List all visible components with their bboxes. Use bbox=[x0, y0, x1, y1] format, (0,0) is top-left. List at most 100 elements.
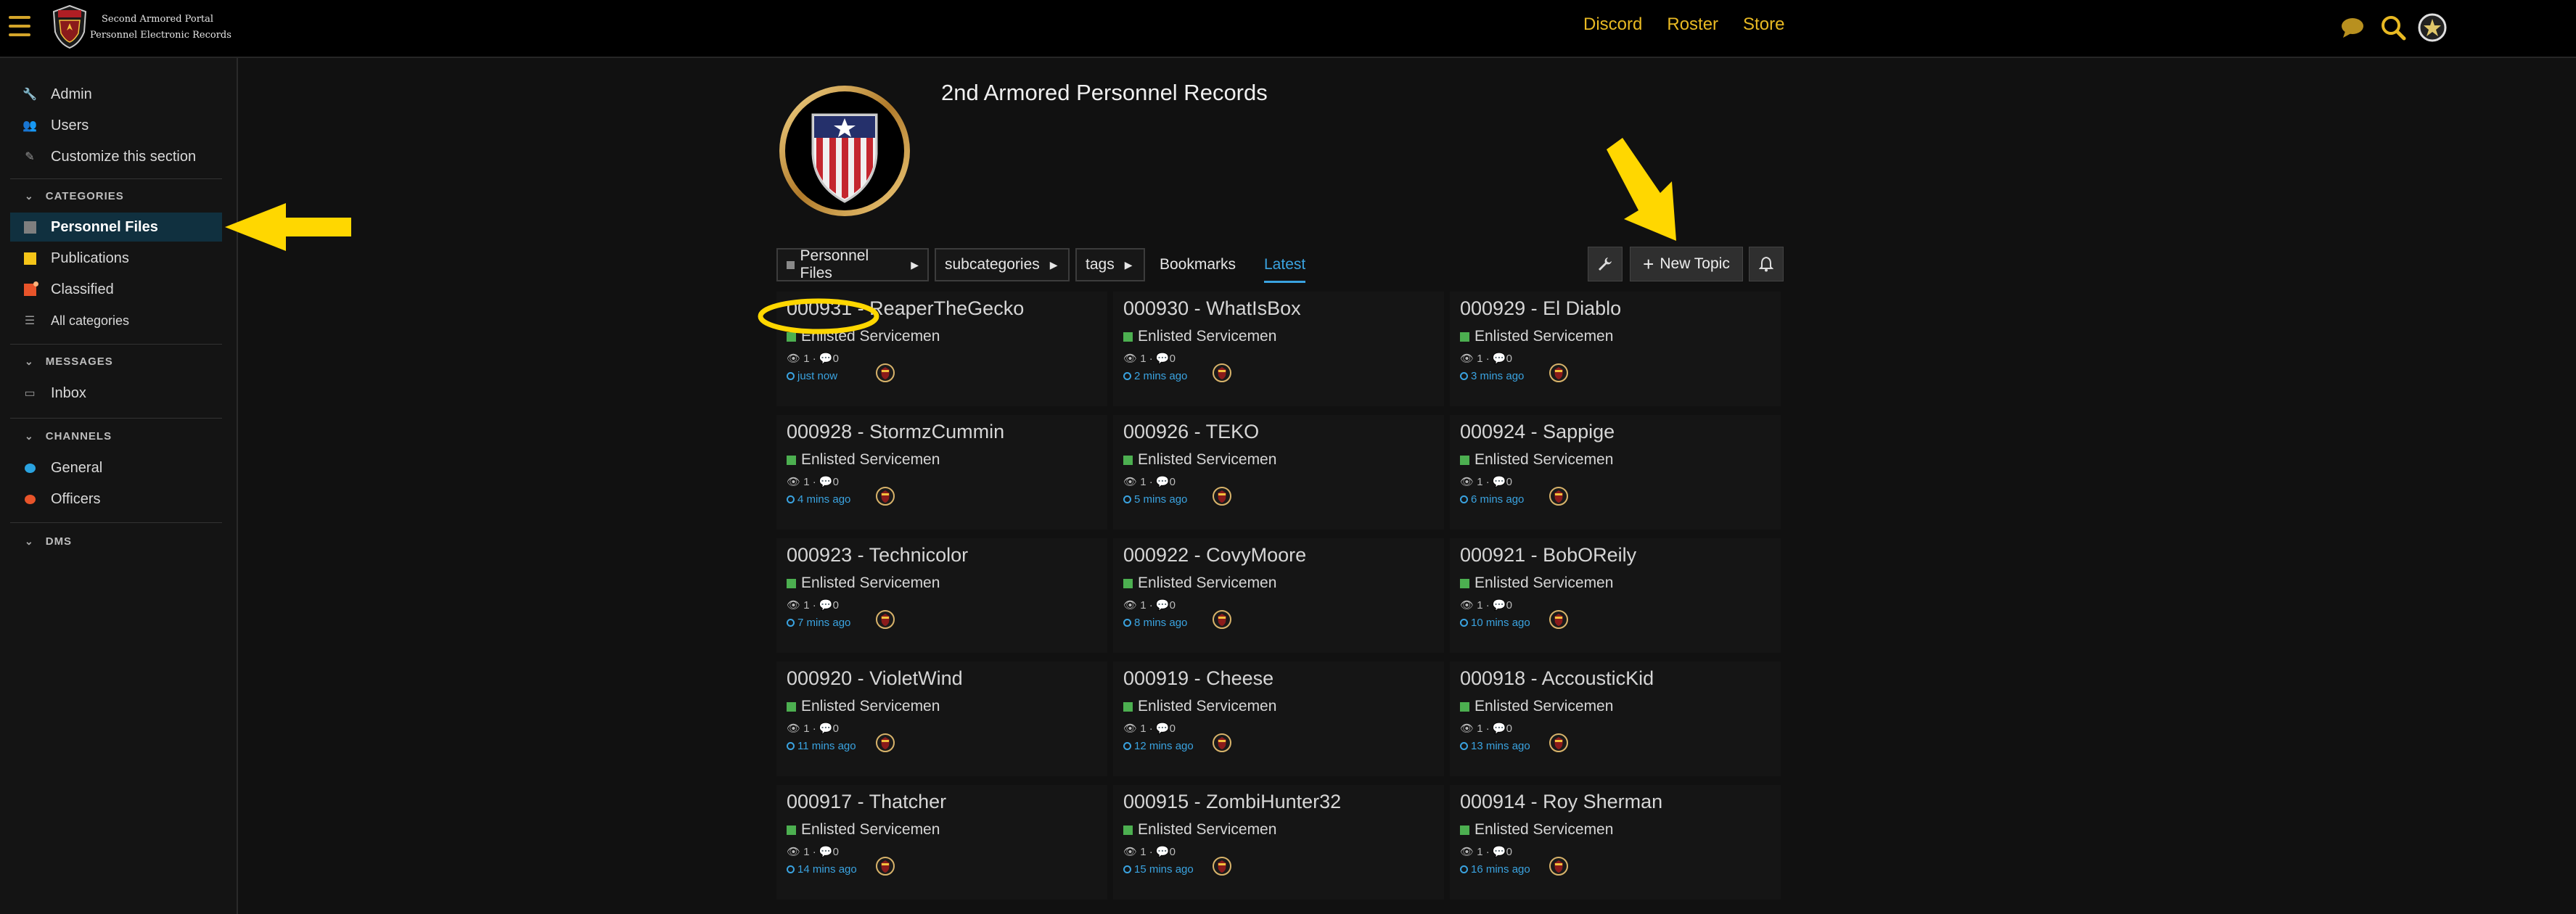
topic-category[interactable]: Enlisted Servicemen bbox=[1460, 328, 1613, 345]
poster-avatar[interactable] bbox=[1212, 609, 1232, 630]
topic-title[interactable]: 000924 - Sappige bbox=[1460, 421, 1615, 443]
topic-category[interactable]: Enlisted Servicemen bbox=[1123, 821, 1276, 839]
topic-card[interactable]: 000918 - AccousticKid Enlisted Servicemen… bbox=[1450, 662, 1781, 776]
topic-category[interactable]: Enlisted Servicemen bbox=[787, 821, 940, 839]
messages-heading[interactable]: ⌄ MESSAGES bbox=[25, 355, 113, 368]
topic-time[interactable]: 15 mins ago bbox=[1123, 863, 1194, 876]
topic-time[interactable]: 16 mins ago bbox=[1460, 863, 1530, 876]
topic-time[interactable]: 3 mins ago bbox=[1460, 370, 1524, 382]
user-avatar[interactable] bbox=[2418, 13, 2447, 42]
subcategories-dropdown[interactable]: subcategories ▶ bbox=[935, 248, 1070, 281]
topic-title[interactable]: 000918 - AccousticKid bbox=[1460, 667, 1654, 690]
topic-card[interactable]: 000921 - BobOReily Enlisted Servicemen 👁 1… bbox=[1450, 538, 1781, 653]
sidebar-item-admin[interactable]: 🔧 Admin bbox=[10, 80, 222, 109]
topic-title[interactable]: 000929 - El Diablo bbox=[1460, 297, 1621, 320]
poster-avatar[interactable] bbox=[875, 609, 895, 630]
topic-time[interactable]: 4 mins ago bbox=[787, 493, 850, 506]
topic-category[interactable]: Enlisted Servicemen bbox=[1460, 451, 1613, 469]
topic-time[interactable]: 6 mins ago bbox=[1460, 493, 1524, 506]
topic-category[interactable]: Enlisted Servicemen bbox=[1123, 451, 1276, 469]
topic-title[interactable]: 000917 - Thatcher bbox=[787, 791, 946, 813]
poster-avatar[interactable] bbox=[1549, 486, 1569, 506]
topic-category[interactable]: Enlisted Servicemen bbox=[1460, 821, 1613, 839]
sidebar-item-publications[interactable]: Publications bbox=[10, 244, 222, 273]
topic-time[interactable]: 14 mins ago bbox=[787, 863, 857, 876]
topic-title[interactable]: 000914 - Roy Sherman bbox=[1460, 791, 1662, 813]
poster-avatar[interactable] bbox=[875, 856, 895, 876]
new-topic-button[interactable]: + New Topic bbox=[1630, 247, 1743, 281]
tab-latest[interactable]: Latest bbox=[1264, 256, 1306, 283]
hamburger-menu-icon[interactable] bbox=[9, 16, 30, 36]
topic-time[interactable]: 5 mins ago bbox=[1123, 493, 1187, 506]
poster-avatar[interactable] bbox=[1212, 856, 1232, 876]
sidebar-item-all-categories[interactable]: ☰ All categories bbox=[10, 306, 222, 335]
topic-card[interactable]: 000930 - WhatIsBox Enlisted Servicemen 👁 1… bbox=[1113, 292, 1444, 406]
topic-category[interactable]: Enlisted Servicemen bbox=[787, 575, 940, 592]
topic-title[interactable]: 000926 - TEKO bbox=[1123, 421, 1259, 443]
topic-card[interactable]: 000923 - Technicolor Enlisted Servicemen 👁… bbox=[776, 538, 1107, 653]
sidebar-item-personnel-files[interactable]: Personnel Files bbox=[10, 213, 222, 242]
discord-link[interactable]: Discord bbox=[1583, 15, 1642, 35]
topic-title[interactable]: 000921 - BobOReily bbox=[1460, 544, 1636, 567]
admin-wrench-button[interactable] bbox=[1588, 247, 1623, 281]
topic-card[interactable]: 000924 - Sappige Enlisted Servicemen 👁 1 ·… bbox=[1450, 415, 1781, 530]
poster-avatar[interactable] bbox=[1549, 363, 1569, 383]
topic-title[interactable]: 000915 - ZombiHunter32 bbox=[1123, 791, 1341, 813]
topic-time[interactable]: 2 mins ago bbox=[1123, 370, 1187, 382]
sidebar-item-officers[interactable]: Officers bbox=[10, 485, 222, 514]
topic-title[interactable]: 000923 - Technicolor bbox=[787, 544, 968, 567]
tags-dropdown[interactable]: tags ▶ bbox=[1075, 248, 1145, 281]
category-dropdown[interactable]: Personnel Files ▶ bbox=[776, 247, 929, 281]
site-title[interactable]: Second Armored Portal Personnel Electron… bbox=[90, 12, 231, 44]
topic-category[interactable]: Enlisted Servicemen bbox=[1460, 698, 1613, 715]
poster-avatar[interactable] bbox=[875, 363, 895, 383]
topic-category[interactable]: Enlisted Servicemen bbox=[1123, 698, 1276, 715]
topic-title[interactable]: 000919 - Cheese bbox=[1123, 667, 1273, 690]
topic-card[interactable]: 000926 - TEKO Enlisted Servicemen 👁 1 · 💬0… bbox=[1113, 415, 1444, 530]
topic-category[interactable]: Enlisted Servicemen bbox=[787, 451, 940, 469]
topic-card[interactable]: 000920 - VioletWind Enlisted Servicemen 👁 … bbox=[776, 662, 1107, 776]
topic-title[interactable]: 000920 - VioletWind bbox=[787, 667, 963, 690]
topic-title[interactable]: 000930 - WhatIsBox bbox=[1123, 297, 1301, 320]
sidebar-item-general[interactable]: General bbox=[10, 453, 222, 482]
poster-avatar[interactable] bbox=[1549, 856, 1569, 876]
topic-time[interactable]: 13 mins ago bbox=[1460, 740, 1530, 752]
site-logo[interactable] bbox=[51, 4, 89, 49]
channels-heading[interactable]: ⌄ CHANNELS bbox=[25, 430, 112, 442]
topic-card[interactable]: 000917 - Thatcher Enlisted Servicemen 👁 1 … bbox=[776, 785, 1107, 899]
topic-category[interactable]: Enlisted Servicemen bbox=[1123, 328, 1276, 345]
dms-heading[interactable]: ⌄ DMS bbox=[25, 535, 72, 548]
tab-bookmarks[interactable]: Bookmarks bbox=[1160, 256, 1236, 273]
topic-category[interactable]: Enlisted Servicemen bbox=[1123, 575, 1276, 592]
topic-time[interactable]: just now bbox=[787, 370, 837, 382]
poster-avatar[interactable] bbox=[875, 733, 895, 753]
sidebar-item-inbox[interactable]: ▭ Inbox bbox=[10, 379, 222, 408]
topic-time[interactable]: 12 mins ago bbox=[1123, 740, 1194, 752]
topic-time[interactable]: 10 mins ago bbox=[1460, 617, 1530, 629]
topic-category[interactable]: Enlisted Servicemen bbox=[1460, 575, 1613, 592]
topic-category[interactable]: Enlisted Servicemen bbox=[787, 698, 940, 715]
topic-title[interactable]: 000928 - StormzCummin bbox=[787, 421, 1004, 443]
topic-card[interactable]: 000914 - Roy Sherman Enlisted Servicemen 👁… bbox=[1450, 785, 1781, 899]
sidebar-item-classified[interactable]: Classified bbox=[10, 275, 222, 304]
poster-avatar[interactable] bbox=[875, 486, 895, 506]
topic-card[interactable]: 000929 - El Diablo Enlisted Servicemen 👁 1… bbox=[1450, 292, 1781, 406]
sidebar-item-customize[interactable]: ✎ Customize this section bbox=[10, 142, 222, 171]
topic-time[interactable]: 11 mins ago bbox=[787, 740, 856, 752]
store-link[interactable]: Store bbox=[1743, 15, 1784, 35]
topic-time[interactable]: 8 mins ago bbox=[1123, 617, 1187, 629]
topic-card[interactable]: 000919 - Cheese Enlisted Servicemen 👁 1 · … bbox=[1113, 662, 1444, 776]
categories-heading[interactable]: ⌄ CATEGORIES bbox=[25, 190, 124, 202]
topic-title[interactable]: 000922 - CovyMoore bbox=[1123, 544, 1306, 567]
topic-time[interactable]: 7 mins ago bbox=[787, 617, 850, 629]
roster-link[interactable]: Roster bbox=[1667, 15, 1718, 35]
poster-avatar[interactable] bbox=[1549, 609, 1569, 630]
search-icon[interactable] bbox=[2379, 13, 2408, 42]
topic-card[interactable]: 000915 - ZombiHunter32 Enlisted Serviceme… bbox=[1113, 785, 1444, 899]
sidebar-item-users[interactable]: 👥 Users bbox=[10, 111, 222, 140]
poster-avatar[interactable] bbox=[1549, 733, 1569, 753]
topic-card[interactable]: 000928 - StormzCummin Enlisted Servicemen… bbox=[776, 415, 1107, 530]
poster-avatar[interactable] bbox=[1212, 733, 1232, 753]
chat-icon[interactable] bbox=[2338, 13, 2367, 42]
notifications-button[interactable] bbox=[1749, 247, 1784, 281]
